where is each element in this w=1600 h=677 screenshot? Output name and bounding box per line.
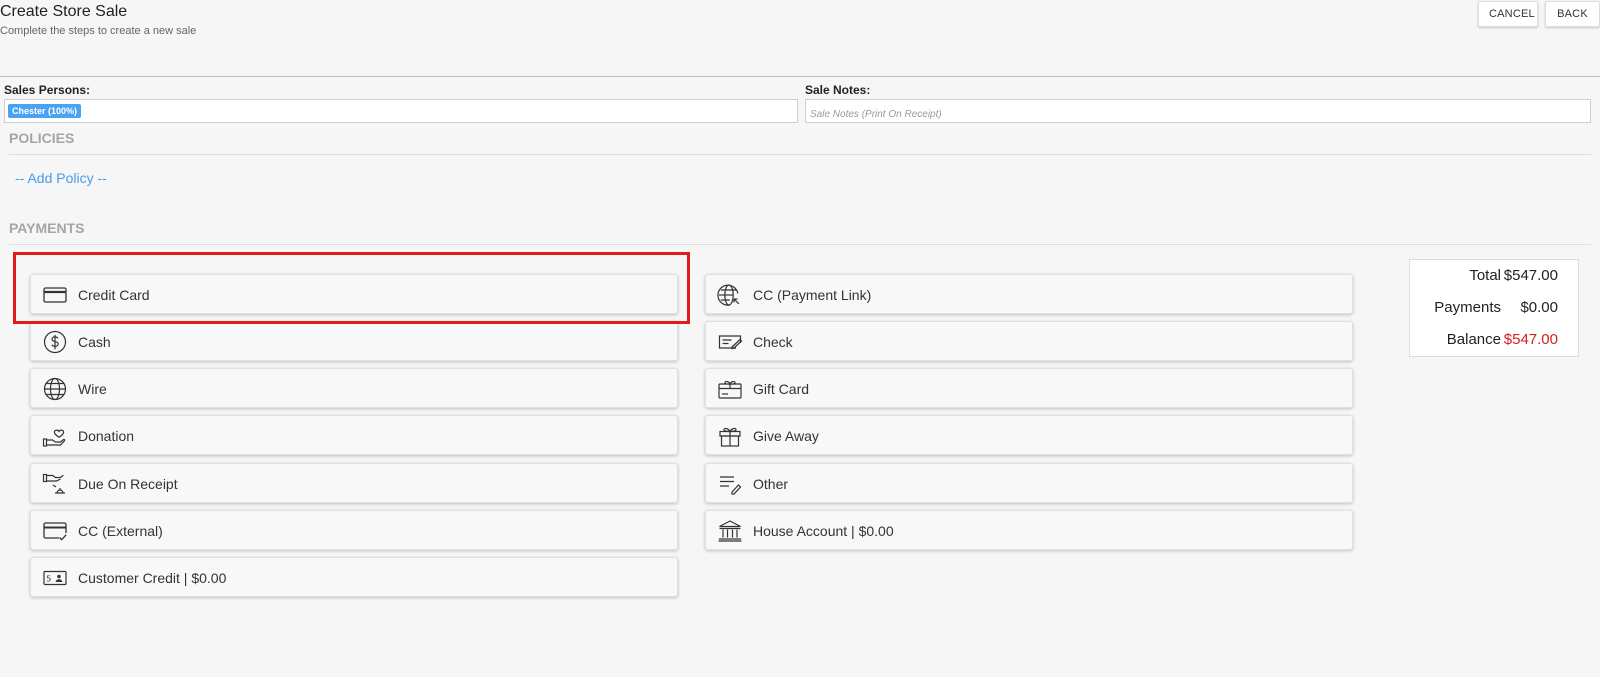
customer-credit-button[interactable]: 5 Customer Credit | $0.00 <box>30 557 678 597</box>
cc-external-button[interactable]: CC (External) <box>30 510 678 550</box>
page-title: Create Store Sale <box>0 3 128 20</box>
card-check-icon <box>42 519 68 543</box>
gift-card-button[interactable]: Gift Card <box>705 368 1353 408</box>
hand-receipt-icon <box>42 472 68 496</box>
sale-notes-label: Sale Notes: <box>805 83 871 97</box>
heart-hand-icon <box>42 424 68 448</box>
globe-link-icon <box>717 283 743 307</box>
due-on-receipt-label: Due On Receipt <box>78 476 178 492</box>
list-pen-icon <box>717 472 743 496</box>
customer-credit-label: Customer Credit | $0.00 <box>78 570 227 586</box>
gift-card-icon <box>717 377 743 401</box>
cc-payment-link-label: CC (Payment Link) <box>753 287 872 303</box>
back-button[interactable]: BACK <box>1545 1 1600 27</box>
total-value: $547.00 <box>1503 267 1558 284</box>
gift-box-icon <box>717 424 743 448</box>
house-account-label: House Account | $0.00 <box>753 523 894 539</box>
balance-label: Balance <box>1446 331 1501 348</box>
credit-card-label: Credit Card <box>78 287 150 303</box>
wire-label: Wire <box>78 381 107 397</box>
check-pen-icon <box>717 330 743 354</box>
house-account-button[interactable]: House Account | $0.00 <box>705 510 1353 550</box>
payments-section-title: PAYMENTS <box>9 220 85 236</box>
policies-divider <box>9 154 1591 155</box>
give-away-label: Give Away <box>753 428 819 444</box>
cash-label: Cash <box>78 334 111 350</box>
balance-row: Balance $547.00 <box>1410 331 1580 353</box>
sales-person-chip[interactable]: Chester (100%) <box>8 104 82 118</box>
wire-button[interactable]: Wire <box>30 368 678 408</box>
sales-persons-label: Sales Persons: <box>4 83 91 97</box>
dollar-coin-icon <box>42 330 68 354</box>
donation-label: Donation <box>78 428 135 444</box>
payments-divider <box>9 244 1591 245</box>
create-store-sale-page: Create Store Sale Complete the steps to … <box>0 0 1600 677</box>
cancel-button[interactable]: CANCEL <box>1478 1 1538 27</box>
globe-icon <box>42 377 68 401</box>
cc-external-label: CC (External) <box>78 523 163 539</box>
add-policy-link[interactable]: -- Add Policy -- <box>15 170 107 186</box>
balance-value: $547.00 <box>1503 331 1558 348</box>
credit-card-icon <box>42 283 68 307</box>
payments-row: Payments $0.00 <box>1410 299 1580 321</box>
payments-total-label: Payments <box>1434 299 1501 316</box>
sales-persons-field[interactable]: Chester (100%) <box>4 99 798 123</box>
gift-card-label: Gift Card <box>753 381 810 397</box>
check-button[interactable]: Check <box>705 321 1353 361</box>
page-subtitle: Complete the steps to create a new sale <box>0 25 197 37</box>
sale-notes-field <box>805 99 1591 123</box>
other-label: Other <box>753 476 789 492</box>
donation-button[interactable]: Donation <box>30 415 678 455</box>
give-away-button[interactable]: Give Away <box>705 415 1353 455</box>
due-on-receipt-button[interactable]: Due On Receipt <box>30 463 678 503</box>
cc-payment-link-button[interactable]: CC (Payment Link) <box>705 274 1353 314</box>
other-button[interactable]: Other <box>705 463 1353 503</box>
sale-notes-input[interactable] <box>810 107 1586 122</box>
page-header: Create Store Sale Complete the steps to … <box>0 0 1600 77</box>
total-row: Total $547.00 <box>1410 267 1580 289</box>
cash-button[interactable]: Cash <box>30 321 678 361</box>
check-label: Check <box>753 334 793 350</box>
credit-id-icon: 5 <box>42 566 68 590</box>
total-label: Total <box>1469 267 1501 284</box>
bank-icon <box>717 519 743 543</box>
totals-panel: Total $547.00 Payments $0.00 Balance $54… <box>1409 259 1579 357</box>
payments-total-value: $0.00 <box>1520 299 1558 316</box>
svg-text:5: 5 <box>46 575 51 584</box>
policies-section-title: POLICIES <box>9 130 75 146</box>
credit-card-button[interactable]: Credit Card <box>30 274 678 314</box>
